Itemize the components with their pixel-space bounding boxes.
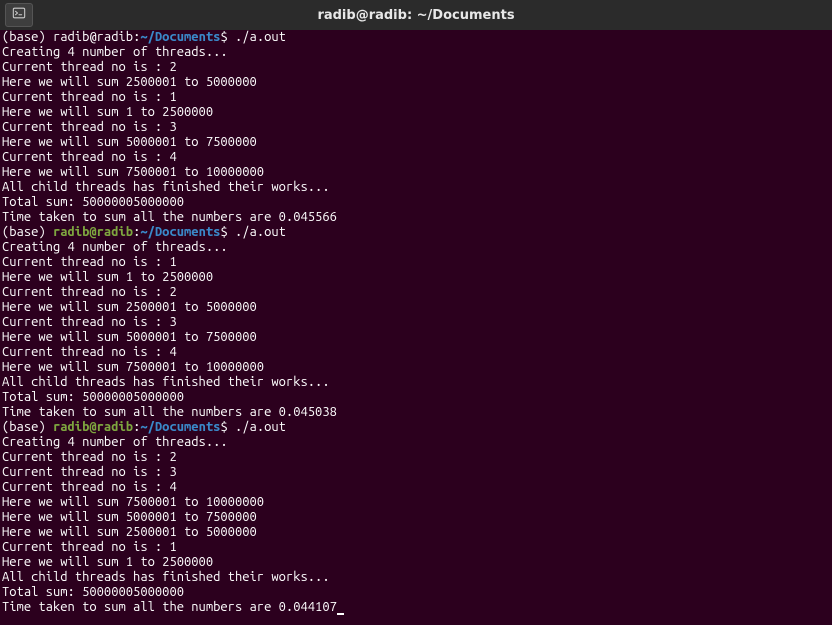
output-line: Creating 4 number of threads... — [2, 435, 832, 450]
prompt-user: radib@radib — [53, 420, 133, 434]
output-line: Here we will sum 2500001 to 5000000 — [2, 300, 832, 315]
output-line: Here we will sum 2500001 to 5000000 — [2, 525, 832, 540]
output-line: Current thread no is : 1 — [2, 540, 832, 555]
output-line: Time taken to sum all the numbers are 0.… — [2, 210, 832, 225]
output-line: Time taken to sum all the numbers are 0.… — [2, 600, 832, 615]
prompt-line: (base) radib@radib:~/Documents$ ./a.out — [2, 225, 832, 240]
command-text: ./a.out — [235, 225, 286, 239]
output-line: Current thread no is : 1 — [2, 90, 832, 105]
prompt-dollar: $ — [220, 420, 235, 434]
prompt-base: (base) — [2, 420, 53, 434]
output-line: Here we will sum 5000001 to 7500000 — [2, 510, 832, 525]
prompt-user: radib@radib — [53, 225, 133, 239]
output-line: Current thread no is : 2 — [2, 60, 832, 75]
output-line: Here we will sum 1 to 2500000 — [2, 555, 832, 570]
output-line: Here we will sum 7500001 to 10000000 — [2, 360, 832, 375]
terminal-body[interactable]: (base) radib@radib:~/Documents$ ./a.outC… — [0, 30, 832, 625]
prompt-path: ~/Documents — [140, 225, 220, 239]
new-tab-button[interactable] — [5, 3, 33, 27]
output-line: Current thread no is : 3 — [2, 315, 832, 330]
output-line: Total sum: 50000005000000 — [2, 390, 832, 405]
cursor — [337, 601, 344, 615]
prompt-line: (base) radib@radib:~/Documents$ ./a.out — [2, 420, 832, 435]
window-title: radib@radib: ~/Documents — [0, 8, 832, 23]
output-line: Current thread no is : 2 — [2, 285, 832, 300]
output-line: Here we will sum 7500001 to 10000000 — [2, 495, 832, 510]
output-line: Current thread no is : 4 — [2, 480, 832, 495]
titlebar: radib@radib: ~/Documents — [0, 0, 832, 30]
prompt-dollar: $ — [220, 225, 235, 239]
output-line: Current thread no is : 4 — [2, 150, 832, 165]
output-line: All child threads has finished their wor… — [2, 375, 832, 390]
prompt-line: (base) radib@radib:~/Documents$ ./a.out — [2, 30, 832, 45]
output-line: Current thread no is : 3 — [2, 120, 832, 135]
command-text: ./a.out — [235, 30, 286, 44]
output-line: Current thread no is : 2 — [2, 450, 832, 465]
terminal-window: radib@radib: ~/Documents (base) radib@ra… — [0, 0, 832, 625]
output-line: Current thread no is : 4 — [2, 345, 832, 360]
output-line: Total sum: 50000005000000 — [2, 195, 832, 210]
output-line: Here we will sum 1 to 2500000 — [2, 105, 832, 120]
command-text: ./a.out — [235, 420, 286, 434]
output-line: Total sum: 50000005000000 — [2, 585, 832, 600]
output-line: Current thread no is : 3 — [2, 465, 832, 480]
output-line: Creating 4 number of threads... — [2, 240, 832, 255]
output-line: Here we will sum 2500001 to 5000000 — [2, 75, 832, 90]
output-line: Time taken to sum all the numbers are 0.… — [2, 405, 832, 420]
prompt-user: radib@radib — [53, 30, 133, 44]
prompt-base: (base) — [2, 30, 53, 44]
prompt-path: ~/Documents — [140, 420, 220, 434]
output-line: Current thread no is : 1 — [2, 255, 832, 270]
terminal-icon — [12, 6, 26, 24]
output-line: All child threads has finished their wor… — [2, 570, 832, 585]
output-line: Creating 4 number of threads... — [2, 45, 832, 60]
output-line: All child threads has finished their wor… — [2, 180, 832, 195]
output-line: Here we will sum 1 to 2500000 — [2, 270, 832, 285]
output-line: Here we will sum 5000001 to 7500000 — [2, 330, 832, 345]
output-line: Here we will sum 5000001 to 7500000 — [2, 135, 832, 150]
output-line: Here we will sum 7500001 to 10000000 — [2, 165, 832, 180]
prompt-dollar: $ — [220, 30, 235, 44]
prompt-base: (base) — [2, 225, 53, 239]
prompt-path: ~/Documents — [140, 30, 220, 44]
